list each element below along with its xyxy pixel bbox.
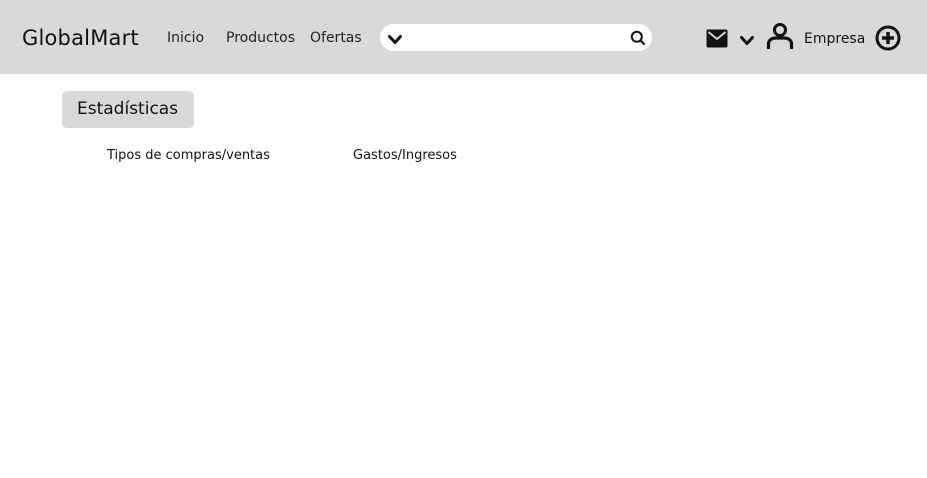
brand-logo[interactable]: GlobalMart bbox=[22, 25, 139, 51]
tab-estadisticas[interactable]: Estadísticas bbox=[62, 91, 194, 128]
search-input[interactable] bbox=[408, 27, 618, 48]
nav-link-ofertas[interactable]: Ofertas bbox=[310, 29, 362, 47]
chart-title-expenses-income: Gastos/Ingresos bbox=[353, 148, 457, 163]
mail-menu-chevron-down-icon[interactable] bbox=[740, 32, 754, 51]
add-circle-icon[interactable] bbox=[875, 25, 901, 55]
nav-link-inicio[interactable]: Inicio bbox=[167, 29, 204, 47]
nav-link-productos[interactable]: Productos bbox=[226, 29, 295, 47]
search-icon[interactable] bbox=[630, 30, 646, 46]
chart-title-purchase-sale-types: Tipos de compras/ventas bbox=[107, 148, 270, 163]
search-bar bbox=[380, 24, 652, 51]
search-filter-chevron-icon[interactable] bbox=[388, 31, 402, 44]
company-label[interactable]: Empresa bbox=[804, 30, 865, 48]
user-icon[interactable] bbox=[766, 22, 794, 54]
top-navbar: GlobalMart Inicio Productos Ofertas Empr… bbox=[0, 0, 927, 74]
mail-icon[interactable] bbox=[706, 29, 728, 52]
